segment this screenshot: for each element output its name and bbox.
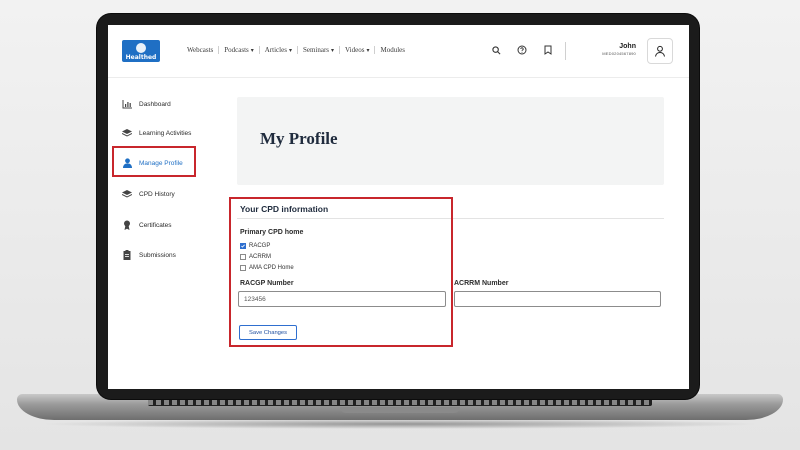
- nav-seminars[interactable]: Seminars ▾: [298, 46, 339, 54]
- avatar[interactable]: [647, 38, 673, 64]
- laptop-shadow: [40, 419, 760, 429]
- laptop-screen: Healthed Webcasts Podcasts ▾ Articles ▾ Se…: [108, 25, 689, 389]
- layers-icon: [122, 128, 132, 138]
- user-name: John: [619, 43, 636, 50]
- cpd-form-highlight: [229, 197, 453, 347]
- page-title-card: My Profile: [237, 97, 664, 185]
- main-nav: Webcasts Podcasts ▾ Articles ▾ Seminars ▾ V…: [182, 46, 410, 54]
- sidebar-item-cpd-history[interactable]: CPD History: [122, 187, 175, 201]
- logo-figure-icon: [136, 43, 146, 53]
- user-id: MED0204567890: [602, 51, 636, 56]
- nav-modules[interactable]: Modules: [375, 46, 410, 54]
- header-divider: [565, 42, 566, 60]
- nav-videos[interactable]: Videos ▾: [340, 46, 374, 54]
- chevron-down-icon: ▾: [288, 47, 292, 54]
- top-header: Healthed Webcasts Podcasts ▾ Articles ▾ Se…: [108, 25, 689, 78]
- user-avatar-icon: [655, 45, 665, 57]
- chart-icon: [122, 99, 132, 109]
- sidebar-item-certificates[interactable]: Certificates: [122, 218, 172, 232]
- nav-webcasts[interactable]: Webcasts: [182, 46, 218, 54]
- nav-podcasts[interactable]: Podcasts ▾: [219, 46, 259, 54]
- nav-articles[interactable]: Articles ▾: [260, 46, 297, 54]
- header-icons: [490, 44, 568, 56]
- chevron-down-icon: ▾: [331, 47, 335, 54]
- sidebar-item-learning-activities[interactable]: Learning Activities: [122, 126, 191, 140]
- manage-profile-highlight: [112, 146, 196, 177]
- laptop-keyboard: [148, 398, 652, 406]
- search-icon[interactable]: [490, 44, 502, 56]
- page-title: My Profile: [260, 129, 338, 148]
- acrrm-number-label: ACRRM Number: [454, 280, 509, 287]
- layers-icon: [122, 189, 132, 199]
- help-icon[interactable]: [516, 44, 528, 56]
- laptop-notch: [340, 407, 460, 413]
- sidebar-item-dashboard[interactable]: Dashboard: [122, 97, 171, 111]
- user-info[interactable]: John MED0204567890: [588, 43, 636, 56]
- sidebar-item-submissions[interactable]: Submissions: [122, 248, 176, 262]
- chevron-down-icon: ▾: [250, 47, 254, 54]
- healthed-logo[interactable]: Healthed: [122, 40, 160, 62]
- award-icon: [122, 220, 132, 230]
- chevron-down-icon: ▾: [366, 47, 370, 54]
- clipboard-icon: [122, 250, 132, 260]
- bookmark-icon[interactable]: [542, 44, 554, 56]
- acrrm-number-input[interactable]: [454, 291, 661, 307]
